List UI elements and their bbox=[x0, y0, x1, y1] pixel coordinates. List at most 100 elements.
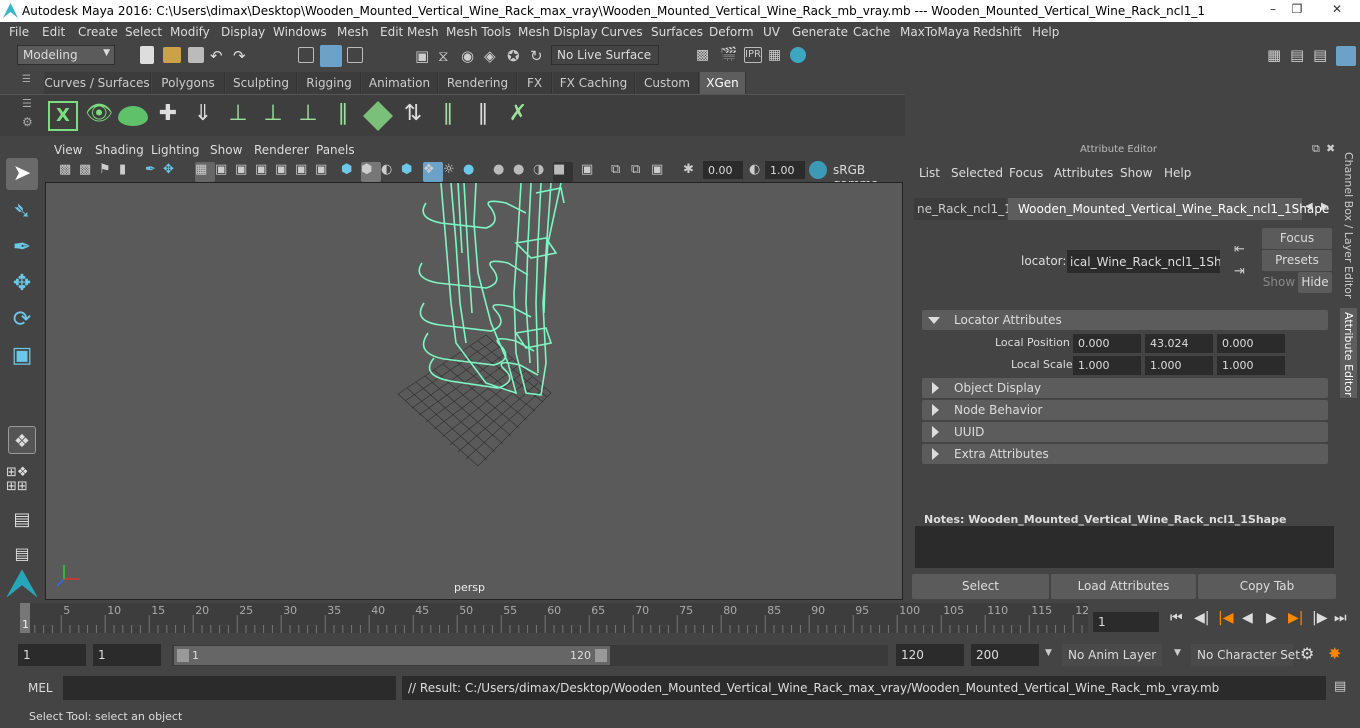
menu-create[interactable]: Create bbox=[78, 25, 118, 39]
copy-tab-button[interactable]: Copy Tab bbox=[1198, 574, 1336, 599]
xgen-normalize-icon[interactable]: ∥ bbox=[468, 101, 498, 131]
animation-start-field[interactable]: 1 bbox=[18, 644, 86, 666]
hypershade-icon[interactable] bbox=[790, 47, 806, 63]
safe-title-icon[interactable]: ▣ bbox=[315, 162, 335, 182]
animation-end-field[interactable]: 200 bbox=[971, 644, 1039, 666]
menu-deform[interactable]: Deform bbox=[709, 25, 754, 39]
lasso-tool-icon[interactable]: ➴ bbox=[6, 196, 38, 228]
camera-attributes-icon[interactable]: ▩ bbox=[79, 162, 99, 182]
auto-key-icon[interactable]: ⚙ bbox=[1300, 644, 1314, 663]
menu-windows[interactable]: Windows bbox=[273, 25, 327, 39]
tab-sculpting[interactable]: Sculpting bbox=[226, 72, 297, 94]
motion-blur-icon[interactable]: ● bbox=[513, 162, 533, 182]
go-to-start-icon[interactable]: ⏮ bbox=[1170, 610, 1183, 626]
shelf-menu-icon[interactable]: ☰ bbox=[22, 74, 31, 85]
viewport-menu-panels[interactable]: Panels bbox=[316, 143, 355, 157]
shelf-settings-gear-icon[interactable]: ⚙ bbox=[22, 115, 33, 129]
snap-point-icon[interactable]: ◉ bbox=[461, 47, 481, 67]
smooth-shade-icon[interactable]: ⬢ bbox=[361, 162, 381, 182]
tool-settings-toggle-icon[interactable]: ▤ bbox=[1313, 46, 1333, 66]
mode-dropdown[interactable]: Modeling ▼ bbox=[17, 45, 115, 65]
xray-active-icon[interactable]: ⧉ bbox=[631, 162, 651, 182]
xgen-preview-icon[interactable]: 👁 bbox=[84, 101, 114, 131]
viewport-menu-lighting[interactable]: Lighting bbox=[151, 143, 200, 157]
save-scene-icon[interactable] bbox=[188, 47, 204, 63]
section-object-display[interactable]: Object Display bbox=[922, 378, 1328, 398]
field-chart-icon[interactable]: ▣ bbox=[275, 162, 295, 182]
show-button[interactable]: Show bbox=[1262, 272, 1296, 293]
resolution-gate-icon[interactable]: ▣ bbox=[235, 162, 255, 182]
select-hierarchy-icon[interactable] bbox=[298, 47, 314, 63]
tab-rigging[interactable]: Rigging bbox=[298, 72, 361, 94]
step-forward-icon[interactable]: |▶ bbox=[1312, 610, 1327, 626]
exposure-field[interactable]: 0.00 bbox=[703, 161, 743, 179]
script-editor-icon[interactable]: ▤ bbox=[1334, 679, 1346, 694]
range-start-grip[interactable] bbox=[177, 649, 189, 662]
menu-display[interactable]: Display bbox=[221, 25, 265, 39]
tab-curves-surfaces[interactable]: Curves / Surfaces bbox=[44, 72, 151, 94]
lights-icon[interactable]: ☼ bbox=[443, 162, 463, 182]
current-frame-field[interactable]: 1 bbox=[1093, 612, 1159, 632]
xgen-guide-move-icon[interactable]: ⇓ bbox=[188, 101, 218, 131]
play-forward-icon[interactable]: ▶ bbox=[1266, 610, 1277, 626]
viewport-persp[interactable]: persp bbox=[45, 182, 903, 600]
presets-button[interactable]: Presets bbox=[1262, 250, 1332, 271]
new-scene-icon[interactable] bbox=[140, 46, 154, 64]
xgen-guide-add-icon[interactable]: ✚ bbox=[153, 101, 183, 131]
section-node-behavior[interactable]: Node Behavior bbox=[922, 400, 1328, 420]
menu-maxtomaya[interactable]: MaxToMaya bbox=[900, 25, 970, 39]
menu-modify[interactable]: Modify bbox=[170, 25, 210, 39]
camera-select-icon[interactable]: ▩ bbox=[59, 162, 79, 182]
tab-polygons[interactable]: Polygons bbox=[152, 72, 225, 94]
bookmark-icon[interactable]: ⚑ bbox=[99, 162, 119, 182]
anim-layer-chevron-icon[interactable]: ▼ bbox=[1045, 648, 1052, 658]
local-scale-y-field[interactable]: 1.000 bbox=[1145, 356, 1213, 375]
menu-mesh-tools[interactable]: Mesh Tools bbox=[446, 25, 511, 39]
backface-icon[interactable]: ▣ bbox=[651, 162, 671, 182]
scale-tool-icon[interactable]: ▣ bbox=[6, 340, 38, 372]
snap-surface-icon[interactable]: ✪ bbox=[507, 47, 527, 67]
command-language-label[interactable]: MEL bbox=[28, 681, 53, 695]
redo-icon[interactable]: ↷ bbox=[233, 47, 253, 67]
ae-menu-focus[interactable]: Focus bbox=[1009, 166, 1043, 180]
xgen-toggle-guide-icon[interactable]: ⊥ bbox=[258, 101, 288, 131]
xgen-paint-density-icon[interactable] bbox=[363, 101, 393, 131]
step-back-icon[interactable]: ◀| bbox=[1194, 610, 1209, 626]
section-extra-attributes[interactable]: Extra Attributes bbox=[922, 444, 1328, 464]
ae-tab-transform[interactable]: ne_Rack_ncl1_1 bbox=[914, 198, 1012, 220]
local-position-z-field[interactable]: 0.000 bbox=[1217, 334, 1285, 353]
char-set-chevron-icon[interactable]: ▼ bbox=[1174, 648, 1181, 658]
xgen-rebuild-icon[interactable]: ⇅ bbox=[398, 101, 428, 131]
tab-animation[interactable]: Animation bbox=[362, 72, 438, 94]
local-scale-z-field[interactable]: 1.000 bbox=[1217, 356, 1285, 375]
grease-pencil-icon[interactable]: ✒ bbox=[145, 162, 165, 182]
character-set-dropdown[interactable]: No Character Set bbox=[1191, 644, 1300, 666]
gate-mask-icon[interactable]: ▣ bbox=[255, 162, 275, 182]
viewport-menu-view[interactable]: View bbox=[54, 143, 82, 157]
select-object-icon[interactable] bbox=[320, 45, 342, 67]
tab-fx[interactable]: FX bbox=[518, 72, 552, 94]
undo-icon[interactable]: ↶ bbox=[210, 47, 230, 67]
persp-graph-layout-icon[interactable]: ▤ bbox=[6, 538, 38, 570]
image-plane-icon[interactable]: ▮ bbox=[119, 162, 139, 182]
textured-icon[interactable]: ⬢ bbox=[401, 162, 421, 182]
exposure-icon[interactable]: ✱ bbox=[683, 162, 703, 182]
snap-view-icon[interactable]: ◈ bbox=[484, 47, 504, 67]
shadows-icon[interactable]: ● bbox=[463, 162, 483, 182]
wireframe-icon[interactable]: ⬢ bbox=[341, 162, 361, 182]
focus-button[interactable]: Focus bbox=[1262, 228, 1332, 249]
menu-generate[interactable]: Generate bbox=[792, 25, 848, 39]
locator-name-field[interactable]: ical_Wine_Rack_ncl1_1Shape bbox=[1067, 250, 1220, 273]
menu-edit[interactable]: Edit bbox=[42, 25, 65, 39]
xgen-select-guide-icon[interactable]: ∥ bbox=[433, 101, 463, 131]
select-tool-icon[interactable]: ➤ bbox=[6, 158, 38, 190]
xgen-window-icon[interactable]: X bbox=[48, 101, 78, 131]
isolate-select-icon[interactable]: ▣ bbox=[581, 162, 601, 182]
tab-rendering[interactable]: Rendering bbox=[439, 72, 517, 94]
playback-end-field[interactable]: 120 bbox=[896, 644, 964, 666]
notes-textarea[interactable] bbox=[915, 526, 1334, 568]
rotate-tool-icon[interactable]: ⟳ bbox=[6, 304, 38, 336]
snap-magnet-icon[interactable]: ↻ bbox=[530, 47, 550, 67]
ambient-occlusion-icon[interactable]: ● bbox=[493, 162, 513, 182]
range-slider-handle[interactable]: 1 120 bbox=[174, 646, 610, 665]
